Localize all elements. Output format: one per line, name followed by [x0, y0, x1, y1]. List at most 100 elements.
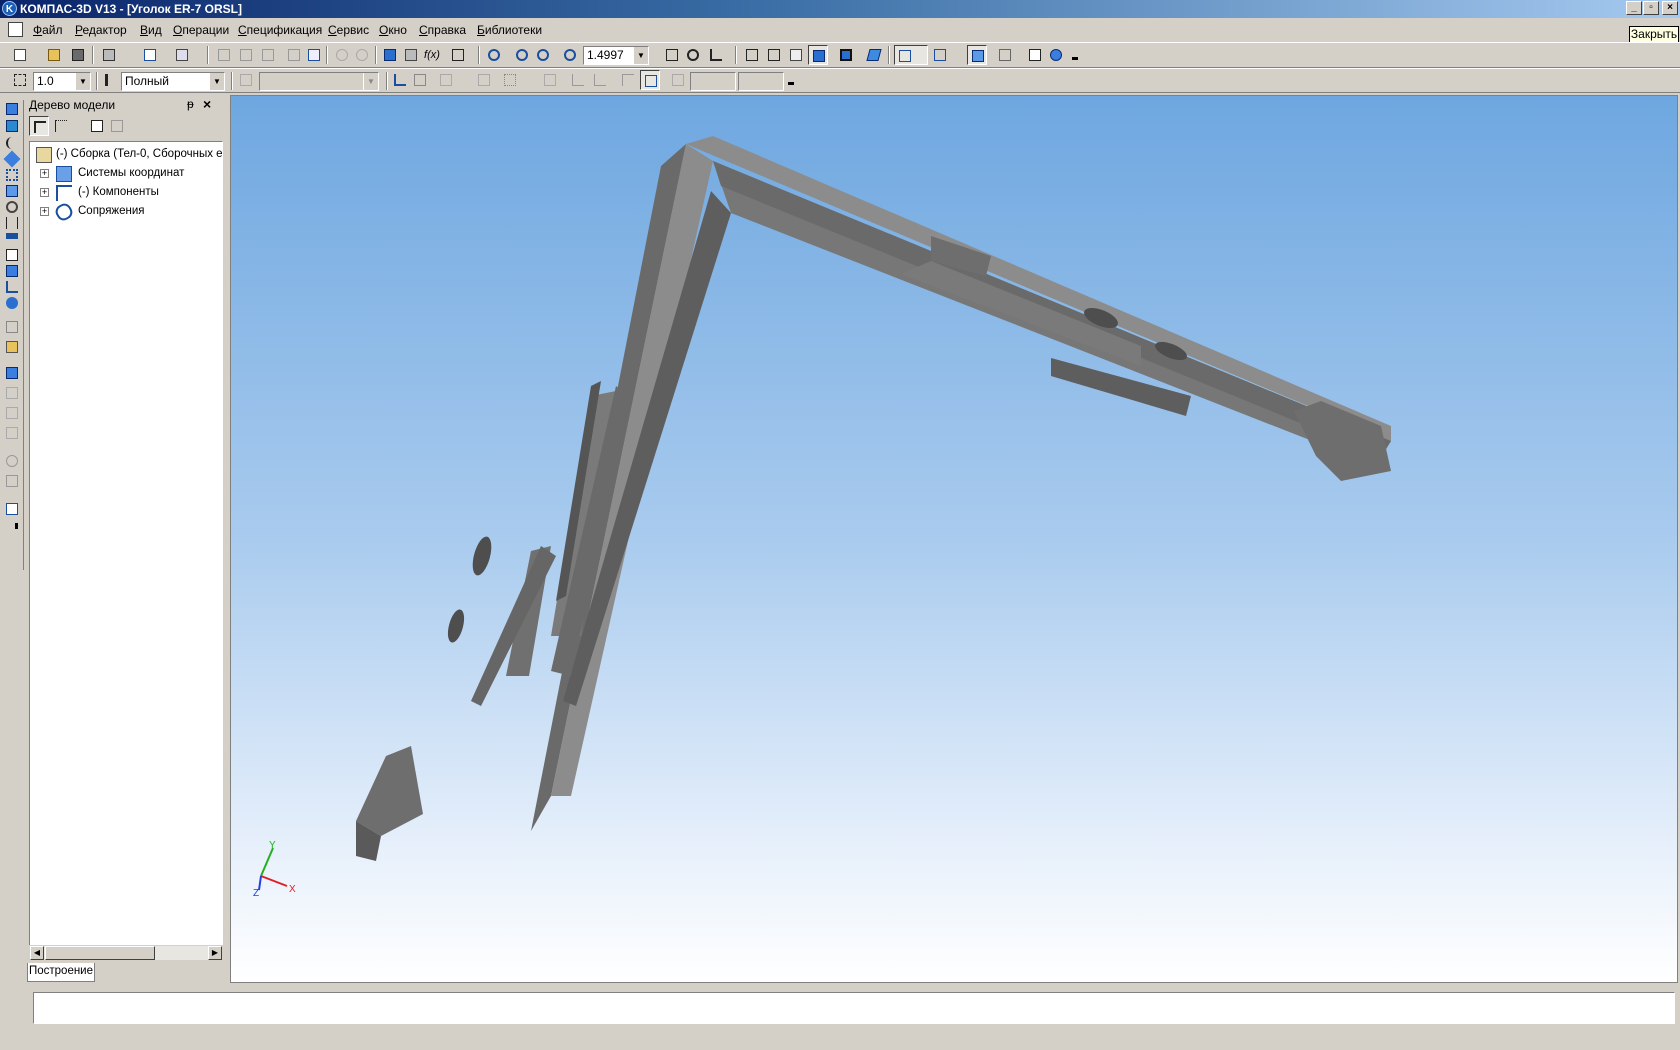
properties-button[interactable]	[284, 45, 304, 65]
3d-viewport[interactable]: Y X Z	[230, 95, 1678, 983]
add-component-button[interactable]	[3, 318, 21, 336]
tree-structure-button[interactable]	[29, 116, 49, 136]
coordinate-input-button[interactable]	[668, 70, 688, 90]
mcx-button[interactable]	[3, 294, 21, 312]
maximize-button[interactable]: ▫	[1643, 1, 1659, 15]
manager-button[interactable]	[380, 45, 400, 65]
menu-view[interactable]: Вид	[140, 23, 162, 37]
library-manager-button[interactable]	[995, 45, 1015, 65]
hidden-lines-button[interactable]	[764, 45, 784, 65]
variables-tree-button[interactable]	[401, 45, 421, 65]
variables-fx-button[interactable]: f(x)	[422, 45, 442, 65]
zoom-scale-button[interactable]	[560, 45, 580, 65]
layer-button[interactable]	[236, 70, 256, 90]
orthogonal-button[interactable]	[474, 70, 494, 90]
tree-rebuild-button[interactable]	[107, 116, 127, 136]
snap-cursor-button[interactable]	[540, 70, 560, 90]
measure-button[interactable]	[1025, 45, 1045, 65]
paste-button[interactable]	[258, 45, 278, 65]
edit-sketch-button[interactable]	[410, 70, 430, 90]
zoom-frame-button[interactable]	[484, 45, 504, 65]
menu-editor[interactable]: Редактор	[75, 23, 127, 37]
snap-button[interactable]	[967, 45, 987, 65]
ortho-mode-button[interactable]	[568, 70, 588, 90]
menu-window[interactable]: Окно	[379, 23, 407, 37]
redo-button[interactable]	[352, 45, 372, 65]
solid-operations-button[interactable]	[3, 117, 21, 135]
toolbar-overflow-button[interactable]	[1070, 45, 1080, 65]
edit-assembly-button[interactable]	[3, 100, 21, 118]
orientation-button[interactable]	[706, 45, 726, 65]
properties-panel-button[interactable]	[3, 500, 21, 518]
tree-properties-button[interactable]	[87, 116, 107, 136]
coordinate-x-field[interactable]	[690, 72, 736, 91]
open-button[interactable]	[44, 45, 64, 65]
local-cs-button[interactable]	[436, 70, 456, 90]
thin-lines-button[interactable]	[786, 45, 806, 65]
tree-item-coordinate-systems[interactable]: + Системы координат	[32, 165, 222, 183]
pin-icon[interactable]: ᵽ	[187, 97, 194, 111]
kompas-app-icon[interactable]: K	[2, 1, 17, 16]
assembly-model-view[interactable]: Y X Z	[231, 96, 1678, 983]
mirror-component-button[interactable]	[3, 404, 21, 422]
zoom-in-button[interactable]	[512, 45, 532, 65]
filter-button[interactable]	[894, 45, 928, 65]
halftone-edges-button[interactable]	[836, 45, 856, 65]
layer-combo[interactable]: ▼	[259, 72, 379, 91]
coordinate-system-button[interactable]	[390, 70, 410, 90]
collision-check-button[interactable]	[3, 472, 21, 490]
scroll-left-arrow[interactable]: ◀	[30, 946, 44, 960]
cut-button[interactable]	[214, 45, 234, 65]
close-document-tooltip-button[interactable]: Закрыть	[1629, 26, 1679, 43]
rotate-component-button[interactable]	[3, 452, 21, 470]
pan-button[interactable]	[662, 45, 682, 65]
chevron-down-icon[interactable]: ▼	[209, 73, 224, 90]
tree-item-components[interactable]: + (-) Компоненты	[32, 184, 222, 202]
document-manager-button[interactable]	[172, 45, 192, 65]
toolbar-expand-button[interactable]	[3, 520, 21, 530]
grid-step-button[interactable]	[10, 70, 30, 90]
dynamic-snap-button[interactable]	[640, 70, 660, 90]
select-mode-button[interactable]	[930, 45, 960, 65]
create-part-button[interactable]	[3, 364, 21, 382]
zoom-combo[interactable]: 1.4997 ▼	[583, 46, 649, 65]
scroll-right-arrow[interactable]: ▶	[208, 946, 222, 960]
copy-component-button[interactable]	[3, 384, 21, 402]
rebuild-button[interactable]	[1046, 45, 1066, 65]
zoom-out-button[interactable]	[533, 45, 553, 65]
tree-root[interactable]: (-) Сборка (Тел-0, Сборочных е	[32, 146, 222, 164]
round-button[interactable]	[590, 70, 610, 90]
chevron-down-icon[interactable]: ▼	[363, 73, 378, 90]
toolbar-overflow-button[interactable]	[786, 70, 796, 90]
tree-item-mates[interactable]: + Сопряжения	[32, 201, 222, 223]
tree-view-mode-button[interactable]	[51, 116, 79, 136]
menu-libraries[interactable]: Библиотеки	[477, 23, 542, 37]
style-combo[interactable]: Полный ▼	[121, 72, 225, 91]
expand-icon[interactable]: +	[40, 207, 49, 216]
expand-icon[interactable]: +	[40, 169, 49, 178]
menu-help[interactable]: Справка	[419, 23, 466, 37]
scroll-thumb[interactable]	[45, 946, 155, 960]
minimize-button[interactable]: _	[1626, 1, 1642, 15]
tab-build[interactable]: Построение	[27, 963, 95, 982]
copy-button[interactable]	[236, 45, 256, 65]
close-window-button[interactable]: ×	[1662, 1, 1678, 15]
coordinate-y-field[interactable]	[738, 72, 784, 91]
new-document-button[interactable]	[10, 45, 30, 65]
menu-file[interactable]: Файл	[33, 23, 63, 37]
perspective-button[interactable]	[864, 45, 884, 65]
line-style-button[interactable]	[101, 70, 121, 90]
close-panel-icon[interactable]: ×	[203, 96, 211, 112]
chevron-down-icon[interactable]: ▼	[75, 73, 90, 90]
menu-service[interactable]: Сервис	[328, 23, 369, 37]
tree-horizontal-scrollbar[interactable]: ◀ ▶	[29, 945, 223, 961]
menu-operations[interactable]: Операции	[173, 23, 229, 37]
step-combo[interactable]: 1.0 ▼	[33, 72, 91, 91]
chevron-down-icon[interactable]: ▼	[633, 47, 648, 64]
print-preview-button[interactable]	[140, 45, 160, 65]
grid-button[interactable]	[500, 70, 530, 90]
print-button[interactable]	[99, 45, 119, 65]
expand-icon[interactable]: +	[40, 188, 49, 197]
menu-specification[interactable]: Спецификация	[238, 23, 322, 37]
rotate-button[interactable]	[683, 45, 703, 65]
